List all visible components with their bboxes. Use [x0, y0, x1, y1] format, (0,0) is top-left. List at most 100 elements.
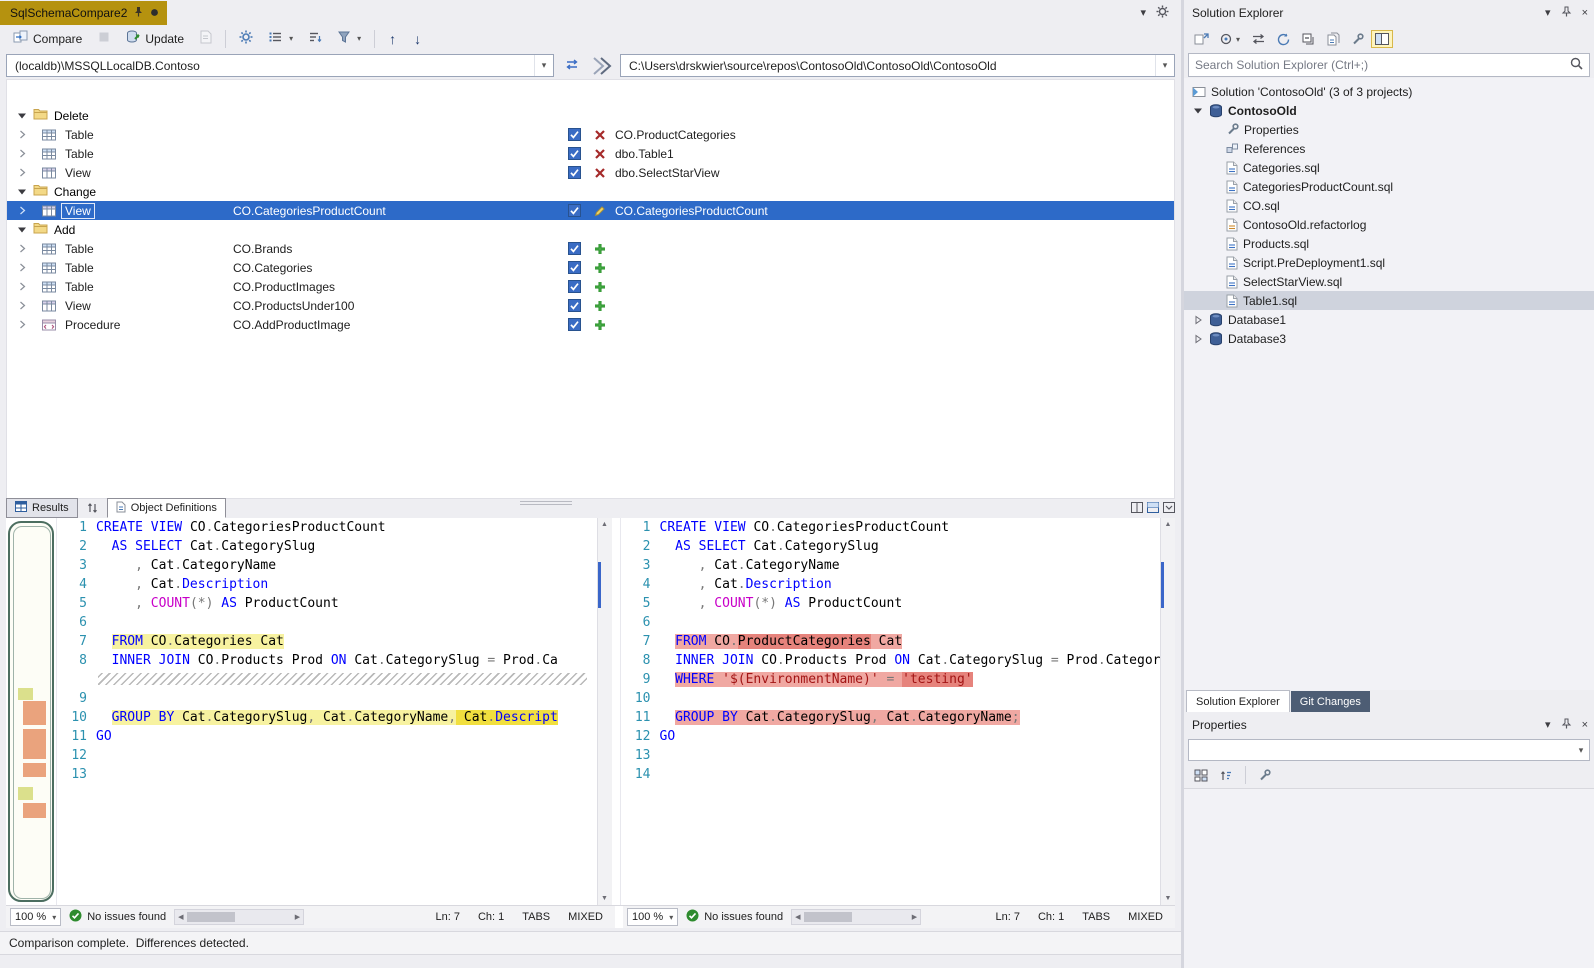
include-checkbox[interactable] [563, 318, 585, 331]
group-header-add[interactable]: Add [7, 220, 1174, 239]
compare-row[interactable]: TableCO.Brands [7, 239, 1174, 258]
compare-row[interactable]: ViewCO.CategoriesProductCountCO.Categori… [7, 201, 1174, 220]
source-definition-pane[interactable]: 1CREATE VIEW CO.CategoriesProductCount2 … [56, 518, 612, 905]
modified-dot-icon[interactable] [150, 6, 159, 20]
preview-selected-items-icon[interactable] [1371, 30, 1393, 48]
scroll-left-icon[interactable]: ◀ [792, 913, 803, 921]
pin-icon[interactable] [1561, 718, 1572, 732]
tree-item-solution-contosoold-3-of-3-projects[interactable]: Solution 'ContosoOld' (3 of 3 projects) [1184, 82, 1594, 101]
tree-item-references[interactable]: References [1184, 139, 1594, 158]
include-checkbox[interactable] [563, 261, 585, 274]
target-project-select[interactable]: C:\Users\drskwier\source\repos\ContosoOl… [620, 54, 1175, 77]
collapse-pane-icon[interactable] [1163, 502, 1175, 516]
sort-results-button[interactable] [82, 500, 103, 518]
tree-item-categories-sql[interactable]: Categories.sql [1184, 158, 1594, 177]
include-checkbox[interactable] [563, 242, 585, 255]
scroll-up-icon[interactable]: ▲ [1165, 518, 1172, 531]
include-checkbox[interactable] [563, 204, 585, 217]
tree-item-selectstarview-sql[interactable]: SelectStarView.sql [1184, 272, 1594, 291]
tree-item-database1[interactable]: Database1 [1184, 310, 1594, 329]
scroll-right-icon[interactable]: ▶ [292, 913, 303, 921]
right-vertical-scrollbar[interactable]: ▲ ▼ [1160, 518, 1175, 905]
close-icon[interactable]: × [1582, 720, 1588, 731]
alphabetical-sort-icon[interactable] [1216, 766, 1237, 785]
compare-row[interactable]: Tabledbo.Table1 [7, 144, 1174, 163]
compare-row[interactable]: TableCO.ProductImages [7, 277, 1174, 296]
search-input[interactable] [1189, 58, 1564, 72]
tab-results[interactable]: Results [6, 498, 78, 518]
pin-icon[interactable] [1561, 6, 1572, 20]
pane-divider[interactable] [612, 518, 620, 905]
row-expander-icon[interactable] [7, 206, 37, 215]
collapse-all-icon[interactable] [1298, 30, 1320, 49]
generate-script-button[interactable] [193, 27, 219, 50]
window-gear-icon[interactable] [1156, 5, 1169, 21]
splitter-grip[interactable] [520, 501, 572, 506]
search-icon[interactable] [1564, 57, 1589, 73]
group-header-delete[interactable]: Delete [7, 106, 1174, 125]
properties-object-select[interactable]: ▾ [1188, 739, 1590, 761]
source-database-select[interactable]: (localdb)\MSSQLLocalDB.Contoso ▾ [6, 54, 554, 77]
diff-overview-spine[interactable] [6, 518, 56, 905]
swap-source-target-button[interactable] [558, 55, 586, 77]
tree-item-script-predeployment1-sql[interactable]: Script.PreDeployment1.sql [1184, 253, 1594, 272]
group-by-button[interactable]: ▾ [262, 28, 300, 49]
row-expander-icon[interactable] [7, 282, 37, 291]
next-difference-button[interactable]: ↓ [406, 29, 429, 49]
tree-item-database3[interactable]: Database3 [1184, 329, 1594, 348]
properties-wrench-icon[interactable] [1347, 30, 1368, 49]
pin-icon[interactable] [133, 6, 144, 20]
tab-object-definitions[interactable]: Object Definitions [107, 498, 226, 518]
options-button[interactable] [232, 27, 260, 50]
chevron-down-icon[interactable] [17, 109, 27, 123]
scroll-up-icon[interactable]: ▲ [601, 518, 608, 531]
include-checkbox[interactable] [563, 128, 585, 141]
compare-row[interactable]: ProcedureCO.AddProductImage [7, 315, 1174, 334]
compare-row[interactable]: TableCO.Categories [7, 258, 1174, 277]
tree-item-categoriesproductcount-sql[interactable]: CategoriesProductCount.sql [1184, 177, 1594, 196]
compare-row[interactable]: ViewCO.ProductsUnder100 [7, 296, 1174, 315]
scrollbar-thumb[interactable] [187, 912, 235, 922]
categorized-icon[interactable] [1190, 766, 1212, 785]
compare-row[interactable]: Viewdbo.SelectStarView [7, 163, 1174, 182]
switch-views-icon[interactable] [1247, 30, 1270, 48]
tree-item-products-sql[interactable]: Products.sql [1184, 234, 1594, 253]
target-definition-pane[interactable]: 1CREATE VIEW CO.CategoriesProductCount2 … [620, 518, 1176, 905]
row-expander-icon[interactable] [7, 149, 37, 158]
tree-item-table1-sql[interactable]: Table1.sql [1184, 291, 1594, 310]
row-expander-icon[interactable] [7, 168, 37, 177]
right-zoom-select[interactable]: 100 % ▾ [627, 908, 678, 926]
row-expander-icon[interactable] [7, 244, 37, 253]
scroll-right-icon[interactable]: ▶ [909, 913, 920, 921]
tree-item-contosoold[interactable]: ContosoOld [1184, 101, 1594, 120]
row-expander-icon[interactable] [7, 320, 37, 329]
refresh-icon[interactable] [1273, 30, 1295, 49]
pending-changes-filter-icon[interactable]: ▾ [1216, 30, 1244, 49]
scrollbar-thumb[interactable] [804, 912, 852, 922]
tab-solution-explorer[interactable]: Solution Explorer [1186, 690, 1290, 712]
scroll-left-icon[interactable]: ◀ [175, 913, 186, 921]
tree-item-contosoold-refactorlog[interactable]: ContosoOld.refactorlog [1184, 215, 1594, 234]
compare-row[interactable]: TableCO.ProductCategories [7, 125, 1174, 144]
sync-with-active-document-icon[interactable] [1190, 29, 1213, 49]
chevron-right-icon[interactable] [1192, 334, 1204, 344]
left-horizontal-scrollbar[interactable]: ◀ ▶ [174, 909, 304, 925]
document-list-dropdown-icon[interactable]: ▾ [1140, 8, 1146, 19]
chevron-down-icon[interactable] [17, 185, 27, 199]
left-zoom-select[interactable]: 100 % ▾ [10, 908, 61, 926]
split-horizontal-icon[interactable] [1147, 502, 1159, 516]
left-vertical-scrollbar[interactable]: ▲ ▼ [597, 518, 612, 905]
chevron-down-icon[interactable] [1192, 106, 1204, 115]
include-checkbox[interactable] [563, 166, 585, 179]
chevron-down-icon[interactable] [17, 223, 27, 237]
scroll-down-icon[interactable]: ▼ [1165, 892, 1172, 905]
tree-item-properties[interactable]: Properties [1184, 120, 1594, 139]
right-horizontal-scrollbar[interactable]: ◀ ▶ [791, 909, 921, 925]
update-button[interactable]: Update [119, 27, 191, 50]
include-checkbox[interactable] [563, 280, 585, 293]
group-header-change[interactable]: Change [7, 182, 1174, 201]
include-checkbox[interactable] [563, 147, 585, 160]
stop-button[interactable] [91, 28, 117, 49]
row-expander-icon[interactable] [7, 263, 37, 272]
document-tab[interactable]: SqlSchemaCompare2 [0, 1, 167, 25]
